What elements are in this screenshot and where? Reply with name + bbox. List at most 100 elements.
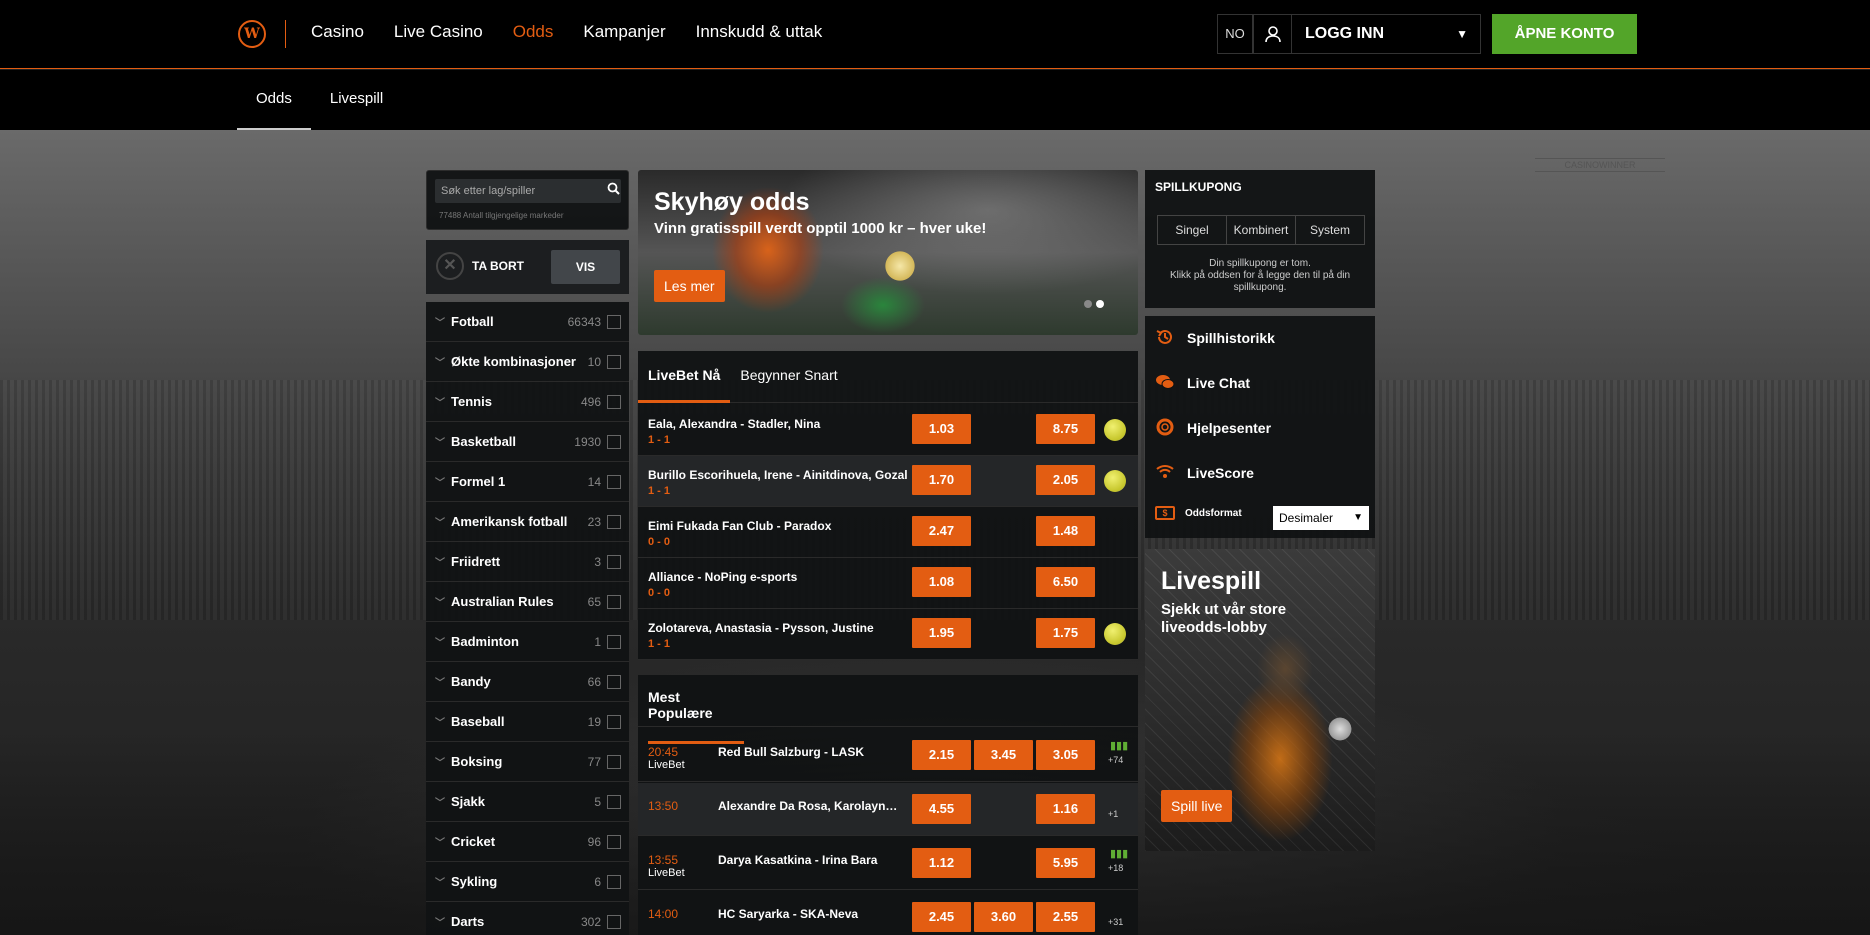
sport-checkbox[interactable] bbox=[607, 594, 621, 609]
live-promo[interactable]: Livespill Sjekk ut vår store liveodds-lo… bbox=[1145, 549, 1375, 851]
nav-odds[interactable]: Odds bbox=[513, 22, 554, 42]
remove-filter-button[interactable]: ✕ TA BORT bbox=[436, 252, 524, 280]
show-button[interactable]: VIS bbox=[551, 250, 620, 284]
carousel-dot[interactable] bbox=[1084, 300, 1092, 308]
odd-away-button[interactable]: 1.75 bbox=[1036, 618, 1095, 648]
stats-icon[interactable]: ▮▮▮ bbox=[1110, 847, 1128, 860]
caret-down-icon: ▼ bbox=[1456, 27, 1468, 41]
nav-kampanjer[interactable]: Kampanjer bbox=[583, 22, 665, 42]
sport-checkbox[interactable] bbox=[607, 354, 621, 369]
tab-livebet-now[interactable]: LiveBet Nå bbox=[638, 351, 731, 403]
live-match-row[interactable]: Eimi Fukada Fan Club - Paradox 0 - 0 2.47 1… bbox=[638, 507, 1138, 558]
sport-checkbox[interactable] bbox=[607, 794, 621, 809]
tab-combined[interactable]: Kombinert bbox=[1227, 216, 1296, 244]
nav-innskudd[interactable]: Innskudd & uttak bbox=[696, 22, 823, 42]
popular-match-row[interactable]: 14:00 HC Saryarka - SKA-Neva 2.45 3.60 2.55 +… bbox=[638, 891, 1138, 935]
sport-item[interactable]: ﹀ Baseball 19 bbox=[426, 702, 629, 742]
sport-checkbox[interactable] bbox=[607, 474, 621, 489]
tab-system[interactable]: System bbox=[1296, 216, 1364, 244]
odd-button[interactable]: 2.15 bbox=[912, 740, 971, 770]
sport-checkbox[interactable] bbox=[607, 874, 621, 889]
open-account-button[interactable]: ÅPNE KONTO bbox=[1492, 14, 1637, 54]
login-dropdown[interactable]: LOGG INN ▼ bbox=[1253, 14, 1481, 54]
link-history[interactable]: Spillhistorikk bbox=[1155, 328, 1275, 348]
odd-home-button[interactable]: 1.08 bbox=[912, 567, 971, 597]
odd-away-button[interactable]: 2.05 bbox=[1036, 465, 1095, 495]
popular-match-row[interactable]: 20:45 LiveBet Red Bull Salzburg - LASK 2.15… bbox=[638, 729, 1138, 782]
popular-match-row[interactable]: 13:50 Alexandre Da Rosa, Karolayne ... 4.5… bbox=[638, 783, 1138, 836]
sport-item[interactable]: ﹀ Cricket 96 bbox=[426, 822, 629, 862]
sport-item[interactable]: ﹀ Formel 1 14 bbox=[426, 462, 629, 502]
sport-item[interactable]: ﹀ Sjakk 5 bbox=[426, 782, 629, 822]
sport-item[interactable]: ﹀ Amerikansk fotball 23 bbox=[426, 502, 629, 542]
sport-item[interactable]: ﹀ Basketball 1930 bbox=[426, 422, 629, 462]
odds-format-select[interactable]: Desimaler ▼ bbox=[1273, 506, 1369, 530]
odd-button[interactable]: 1.12 bbox=[912, 848, 971, 878]
link-live-chat[interactable]: Live Chat bbox=[1155, 373, 1250, 393]
sport-checkbox[interactable] bbox=[607, 914, 621, 929]
carousel-dot-active[interactable] bbox=[1096, 300, 1104, 308]
subnav-odds[interactable]: Odds bbox=[237, 70, 311, 130]
language-selector[interactable]: NO bbox=[1217, 14, 1253, 54]
search-icon[interactable] bbox=[607, 182, 622, 198]
odd-button[interactable]: 2.55 bbox=[1036, 902, 1095, 932]
sport-item[interactable]: ﹀ Sykling 6 bbox=[426, 862, 629, 902]
more-markets-count[interactable]: +74 bbox=[1108, 755, 1123, 765]
odd-home-button[interactable]: 1.95 bbox=[912, 618, 971, 648]
sport-checkbox[interactable] bbox=[607, 834, 621, 849]
sport-item[interactable]: ﹀ Bandy 66 bbox=[426, 662, 629, 702]
odd-away-button[interactable]: 1.48 bbox=[1036, 516, 1095, 546]
live-match-row[interactable]: Burillo Escorihuela, Irene - Ainitdinova… bbox=[638, 456, 1138, 507]
tab-starting-soon[interactable]: Begynner Snart bbox=[730, 351, 847, 403]
stats-icon[interactable]: ▮▮▮ bbox=[1110, 739, 1128, 752]
sport-checkbox[interactable] bbox=[607, 514, 621, 529]
sport-checkbox[interactable] bbox=[607, 314, 621, 329]
sport-item[interactable]: ﹀ Badminton 1 bbox=[426, 622, 629, 662]
link-help-center[interactable]: Hjelpesenter bbox=[1155, 418, 1271, 438]
odd-button[interactable]: 4.55 bbox=[912, 794, 971, 824]
live-match-row[interactable]: Alliance - NoPing e-sports 0 - 0 1.08 6.50 bbox=[638, 558, 1138, 609]
more-markets-count[interactable]: +31 bbox=[1108, 917, 1123, 927]
odd-button[interactable]: 1.16 bbox=[1036, 794, 1095, 824]
sport-item[interactable]: ﹀ Friidrett 3 bbox=[426, 542, 629, 582]
odd-button[interactable]: 2.45 bbox=[912, 902, 971, 932]
sport-checkbox[interactable] bbox=[607, 674, 621, 689]
sport-checkbox[interactable] bbox=[607, 394, 621, 409]
sport-item[interactable]: ﹀ Boksing 77 bbox=[426, 742, 629, 782]
sport-item[interactable]: ﹀ Australian Rules 65 bbox=[426, 582, 629, 622]
odd-home-button[interactable]: 1.70 bbox=[912, 465, 971, 495]
sport-checkbox[interactable] bbox=[607, 434, 621, 449]
bet-slip-tabs: Singel Kombinert System bbox=[1157, 215, 1365, 245]
odd-button[interactable]: 3.60 bbox=[974, 902, 1033, 932]
promo-banner[interactable]: Skyhøy odds Vinn gratisspill verdt oppti… bbox=[638, 170, 1138, 335]
nav-live-casino[interactable]: Live Casino bbox=[394, 22, 483, 42]
sport-checkbox[interactable] bbox=[607, 754, 621, 769]
sport-checkbox[interactable] bbox=[607, 714, 621, 729]
live-match-row[interactable]: Eala, Alexandra - Stadler, Nina 1 - 1 1.03… bbox=[638, 405, 1138, 456]
odd-button[interactable]: 3.05 bbox=[1036, 740, 1095, 770]
link-livescore[interactable]: LiveScore bbox=[1155, 463, 1254, 483]
sport-item[interactable]: ﹀ Tennis 496 bbox=[426, 382, 629, 422]
sport-item[interactable]: ﹀ Fotball 66343 bbox=[426, 302, 629, 342]
odd-home-button[interactable]: 1.03 bbox=[912, 414, 971, 444]
tab-single[interactable]: Singel bbox=[1158, 216, 1227, 244]
logo[interactable]: W bbox=[238, 20, 266, 48]
nav-casino[interactable]: Casino bbox=[311, 22, 364, 42]
odd-home-button[interactable]: 2.47 bbox=[912, 516, 971, 546]
search-input[interactable]: Søk etter lag/spiller bbox=[435, 179, 621, 203]
sport-checkbox[interactable] bbox=[607, 634, 621, 649]
odd-away-button[interactable]: 8.75 bbox=[1036, 414, 1095, 444]
read-more-button[interactable]: Les mer bbox=[654, 270, 725, 302]
subnav-livespill[interactable]: Livespill bbox=[311, 70, 402, 130]
more-markets-count[interactable]: +1 bbox=[1108, 809, 1118, 819]
popular-match-row[interactable]: 13:55 LiveBet Darya Kasatkina - Irina Bara… bbox=[638, 837, 1138, 890]
play-live-button[interactable]: Spill live bbox=[1161, 790, 1233, 822]
sport-checkbox[interactable] bbox=[607, 554, 621, 569]
odd-button[interactable]: 3.45 bbox=[974, 740, 1033, 770]
sport-item[interactable]: ﹀ Økte kombinasjoner 10 bbox=[426, 342, 629, 382]
more-markets-count[interactable]: +18 bbox=[1108, 863, 1123, 873]
odd-away-button[interactable]: 6.50 bbox=[1036, 567, 1095, 597]
live-match-row[interactable]: Zolotareva, Anastasia - Pysson, Justine 1… bbox=[638, 609, 1138, 660]
sport-item[interactable]: ﹀ Darts 302 bbox=[426, 902, 629, 935]
odd-button[interactable]: 5.95 bbox=[1036, 848, 1095, 878]
